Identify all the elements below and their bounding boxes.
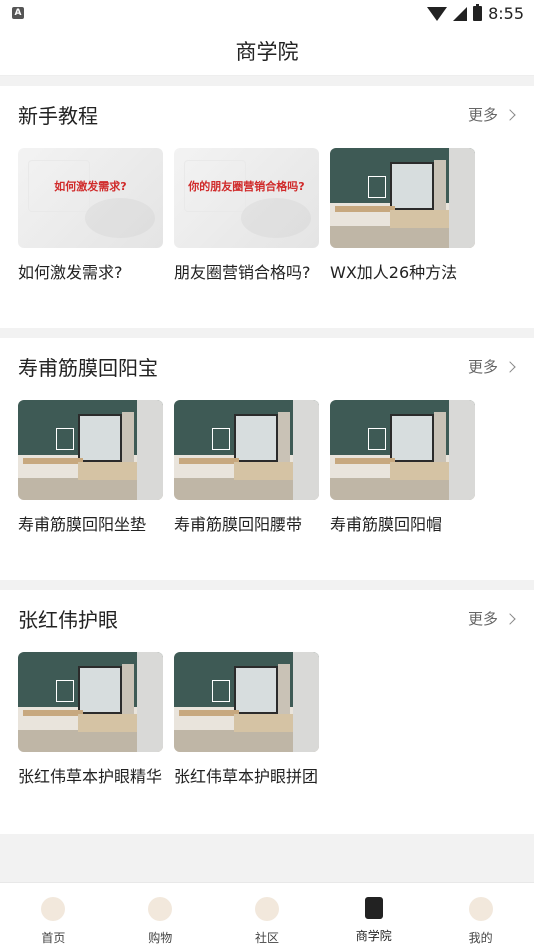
thumbnail-text: 如何激发需求? xyxy=(54,180,127,193)
more-label: 更多 xyxy=(467,106,498,124)
tab-label: 我的 xyxy=(468,931,493,945)
tab-home[interactable]: 首页 xyxy=(0,883,107,950)
section-title: 张红伟护眼 xyxy=(18,608,118,632)
section-title: 新手教程 xyxy=(18,104,98,128)
notification-icon: A xyxy=(12,7,24,19)
chevron-right-icon xyxy=(504,360,516,373)
page-title: 商学院 xyxy=(0,28,534,76)
course-title: 张红伟草本护眼拼团 xyxy=(174,767,319,786)
course-title: 寿甫筋膜回阳坐垫 xyxy=(18,515,147,534)
course-thumbnail xyxy=(174,652,319,752)
course-card[interactable]: 你的朋友圈营销合格吗? 朋友圈营销合格吗? xyxy=(174,148,319,283)
chevron-right-icon xyxy=(504,108,516,121)
course-title: 寿甫筋膜回阳帽 xyxy=(330,515,443,534)
tab-label: 社区 xyxy=(254,931,279,945)
course-thumbnail: 如何激发需求? xyxy=(18,148,163,248)
tab-shopping[interactable]: 购物 xyxy=(107,883,214,950)
shopping-bag-icon xyxy=(148,897,173,921)
bottom-tab-bar: 首页 购物 社区 商学院 我的 xyxy=(0,882,534,950)
cellular-icon xyxy=(453,6,468,21)
community-icon xyxy=(254,897,279,921)
course-title: 如何激发需求? xyxy=(18,263,123,282)
course-card[interactable]: 寿甫筋膜回阳腰带 xyxy=(174,400,319,535)
wifi-icon xyxy=(427,6,448,21)
thumbnail-text: 你的朋友圈营销合格吗? xyxy=(188,180,305,193)
section-beginner-tutorial: 新手教程 更多 如何激发需求? 如何激发需求? 你的朋友圈营销合格吗? 朋友圈营… xyxy=(0,86,534,328)
tab-label: 购物 xyxy=(148,931,173,945)
course-thumbnail xyxy=(330,400,475,500)
chevron-right-icon xyxy=(504,612,516,625)
course-card[interactable]: 寿甫筋膜回阳坐垫 xyxy=(18,400,163,535)
course-card[interactable]: WX加人26种方法 xyxy=(330,148,475,283)
tab-label: 商学院 xyxy=(355,929,392,943)
status-bar: A 8:55 xyxy=(0,0,534,28)
course-thumbnail xyxy=(330,148,475,248)
section-eye-care: 张红伟护眼 更多 张红伟草本护眼精华 张红伟草本护眼拼团 xyxy=(0,590,534,834)
course-title: 寿甫筋膜回阳腰带 xyxy=(174,515,303,534)
tab-label: 首页 xyxy=(41,931,66,945)
course-thumbnail xyxy=(18,652,163,752)
home-icon xyxy=(41,897,66,921)
section-fascia-product: 寿甫筋膜回阳宝 更多 寿甫筋膜回阳坐垫 寿甫筋膜回阳腰带 寿甫筋膜回阳帽 xyxy=(0,338,534,580)
course-card[interactable]: 如何激发需求? 如何激发需求? xyxy=(18,148,163,283)
course-card[interactable]: 张红伟草本护眼精华 xyxy=(18,652,163,787)
course-thumbnail xyxy=(18,400,163,500)
more-label: 更多 xyxy=(467,610,498,628)
section-title: 寿甫筋膜回阳宝 xyxy=(18,356,158,380)
course-title: 朋友圈营销合格吗? xyxy=(174,263,311,282)
tab-business-school[interactable]: 商学院 xyxy=(320,883,427,950)
status-time: 8:55 xyxy=(488,4,524,23)
more-label: 更多 xyxy=(467,358,498,376)
tab-community[interactable]: 社区 xyxy=(214,883,321,950)
course-title: WX加人26种方法 xyxy=(330,263,458,282)
course-thumbnail xyxy=(174,400,319,500)
book-icon xyxy=(364,897,383,919)
more-button[interactable]: 更多 xyxy=(467,356,516,377)
profile-icon xyxy=(468,897,493,921)
course-title: 张红伟草本护眼精华 xyxy=(18,767,163,786)
more-button[interactable]: 更多 xyxy=(467,608,516,629)
more-button[interactable]: 更多 xyxy=(467,104,516,125)
course-card[interactable]: 张红伟草本护眼拼团 xyxy=(174,652,319,787)
course-thumbnail: 你的朋友圈营销合格吗? xyxy=(174,148,319,248)
tab-profile[interactable]: 我的 xyxy=(427,883,534,950)
battery-icon xyxy=(473,4,483,21)
course-card[interactable]: 寿甫筋膜回阳帽 xyxy=(330,400,475,535)
